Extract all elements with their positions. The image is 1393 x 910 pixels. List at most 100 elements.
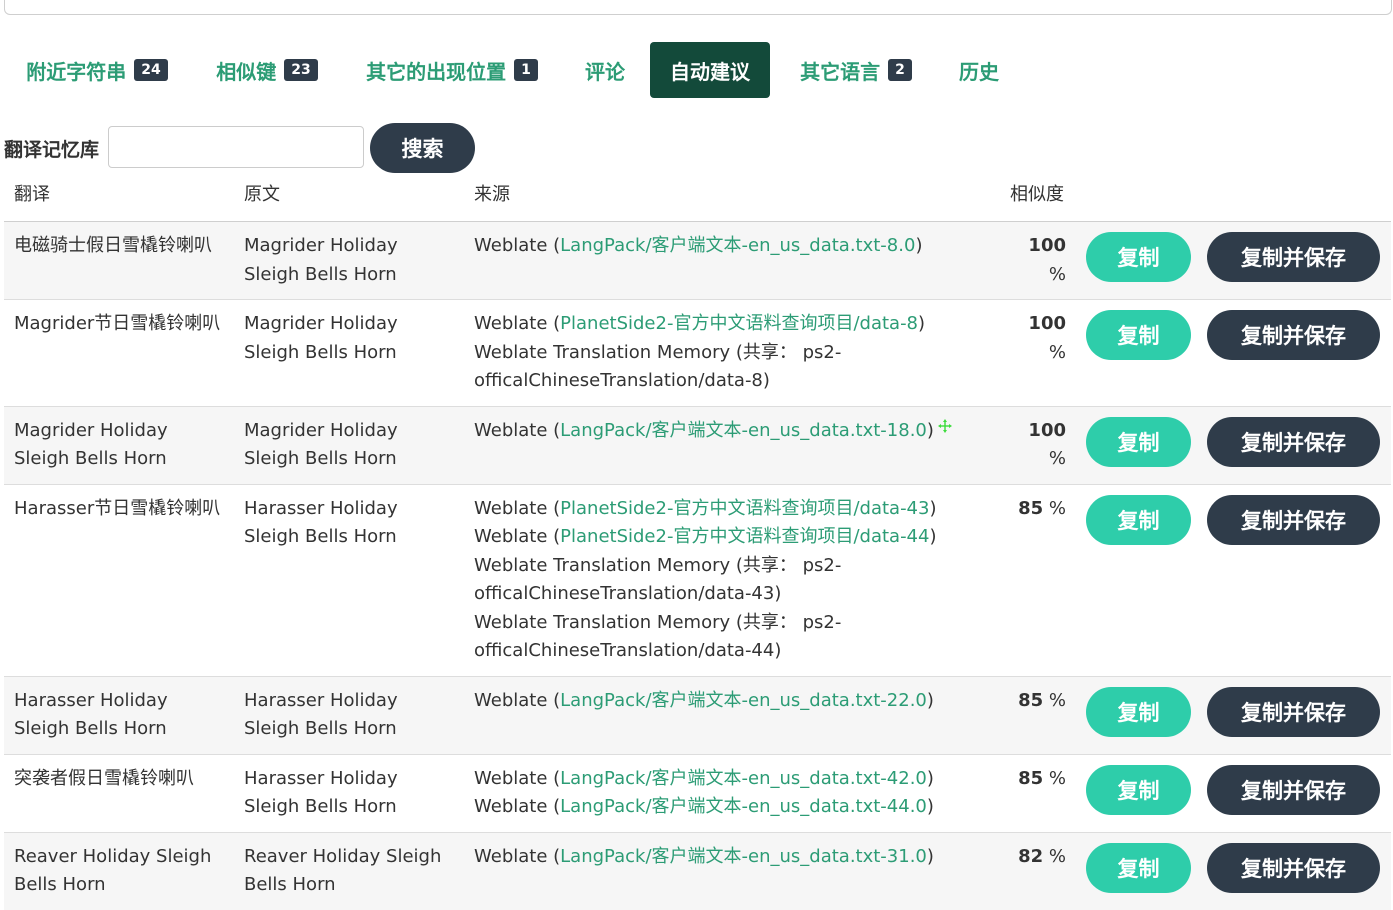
similarity-value: 100 — [1028, 419, 1066, 441]
origin-link[interactable]: LangPack/客户端文本-en_us_data.txt-42.0 — [560, 768, 927, 789]
copy-and-save-button[interactable]: 复制并保存 — [1207, 764, 1380, 815]
cell-actions: 复制 复制并保存 — [1076, 483, 1391, 676]
copy-and-save-button[interactable]: 复制并保存 — [1207, 310, 1380, 360]
cell-source: Harasser Holiday Sleigh Bells Horn — [234, 753, 464, 832]
copy-button[interactable]: 复制 — [1086, 764, 1191, 815]
tab-label: 历史 — [959, 59, 999, 84]
origin-link[interactable]: PlanetSide2-官方中文语料查询项目/data-43 — [560, 498, 929, 519]
count-badge: 23 — [284, 59, 318, 81]
cell-actions: 复制 复制并保存 — [1076, 675, 1391, 754]
cell-translation: Magrider节日雪橇铃喇叭 — [4, 299, 234, 406]
cell-translation: Harasser Holiday Sleigh Bells Horn — [4, 675, 234, 754]
tab-label: 自动建议 — [670, 59, 750, 84]
similarity-unit: % — [1048, 767, 1066, 789]
cell-source: Magrider Holiday Sleigh Bells Horn — [234, 405, 464, 484]
origin-line: Weblate (PlanetSide2-官方中文语料查询项目/data-43) — [474, 495, 992, 524]
cell-origin: Weblate (LangPack/客户端文本-en_us_data.txt-3… — [464, 831, 1002, 910]
origin-suffix: ) — [926, 767, 934, 789]
cell-translation: 电磁骑士假日雪橇铃喇叭 — [4, 221, 234, 300]
origin-prefix: Weblate ( — [474, 845, 561, 867]
origin-suffix: ) — [926, 689, 934, 711]
copy-and-save-button[interactable]: 复制并保存 — [1207, 232, 1380, 282]
cell-origin: Weblate (LangPack/客户端文本-en_us_data.txt-4… — [464, 753, 1002, 832]
cell-source: Magrider Holiday Sleigh Bells Horn — [234, 299, 464, 406]
origin-link[interactable]: LangPack/客户端文本-en_us_data.txt-18.0 — [560, 420, 927, 441]
copy-and-save-button[interactable]: 复制并保存 — [1207, 494, 1380, 545]
column-header-translation: 翻译 — [4, 180, 234, 222]
origin-link[interactable]: LangPack/客户端文本-en_us_data.txt-22.0 — [560, 690, 927, 711]
tab-label: 其它语言 — [800, 59, 881, 84]
origin-line: Weblate (PlanetSide2-官方中文语料查询项目/data-44) — [474, 523, 992, 552]
similarity-value: 82 — [1018, 845, 1044, 867]
tab-other-occurrences[interactable]: 其它的出现位置 1 — [363, 42, 541, 98]
table-row: Harasser Holiday Sleigh Bells Horn Harass… — [4, 675, 1391, 754]
origin-line: Weblate (PlanetSide2-官方中文语料查询项目/data-8) — [474, 310, 992, 339]
origin-suffix: ) — [929, 497, 937, 519]
origin-suffix: ) — [926, 419, 934, 441]
tab-comments[interactable]: 评论 — [583, 42, 627, 98]
cell-similarity: 82 % — [1002, 831, 1076, 910]
cell-source: Harasser Holiday Sleigh Bells Horn — [234, 483, 464, 676]
cell-origin: Weblate (PlanetSide2-官方中文语料查询项目/data-43)… — [464, 483, 1002, 676]
origin-link[interactable]: LangPack/客户端文本-en_us_data.txt-31.0 — [560, 846, 927, 867]
count-badge: 1 — [514, 59, 538, 81]
memory-search-label: 翻译记忆库 — [4, 139, 100, 161]
copy-and-save-button[interactable]: 复制并保存 — [1207, 416, 1380, 467]
tab-other-languages[interactable]: 其它语言 2 — [797, 42, 915, 98]
cell-origin: Weblate (LangPack/客户端文本-en_us_data.txt-2… — [464, 675, 1002, 754]
copy-and-save-button[interactable]: 复制并保存 — [1207, 842, 1380, 893]
origin-line: Weblate Translation Memory (共享： ps2-offi… — [474, 339, 992, 396]
cell-actions: 复制 复制并保存 — [1076, 753, 1391, 832]
tab-label: 评论 — [585, 59, 625, 84]
cell-similarity: 100 % — [1002, 299, 1076, 406]
origin-link[interactable]: LangPack/客户端文本-en_us_data.txt-44.0 — [560, 796, 927, 817]
tab-label: 附近字符串 — [26, 59, 127, 84]
cell-actions: 复制 复制并保存 — [1076, 831, 1391, 910]
origin-suffix: ) — [918, 313, 926, 334]
column-header-source: 原文 — [234, 180, 464, 222]
table-row: Magrider Holiday Sleigh Bells Horn Magrid… — [4, 405, 1391, 484]
copy-button[interactable]: 复制 — [1086, 686, 1191, 737]
suggestions-table: 翻译 原文 来源 相似度 电磁骑士假日雪橇铃喇叭 Magrider Holiday… — [4, 180, 1391, 910]
origin-suffix: ) — [929, 526, 937, 547]
origin-link[interactable]: LangPack/客户端文本-en_us_data.txt-8.0 — [560, 235, 915, 256]
origin-suffix: ) — [915, 235, 923, 256]
origin-link[interactable]: PlanetSide2-官方中文语料查询项目/data-8 — [560, 313, 918, 334]
origin-suffix: ) — [926, 796, 934, 817]
cell-similarity: 85 % — [1002, 483, 1076, 676]
copy-button[interactable]: 复制 — [1086, 842, 1191, 893]
cell-actions: 复制 复制并保存 — [1076, 299, 1391, 406]
similarity-unit: % — [1048, 263, 1066, 285]
count-badge: 2 — [888, 59, 912, 81]
origin-prefix: Weblate ( — [474, 497, 561, 519]
copy-and-save-button[interactable]: 复制并保存 — [1207, 686, 1380, 737]
origin-line: Weblate (LangPack/客户端文本-en_us_data.txt-3… — [474, 843, 992, 872]
origin-link[interactable]: PlanetSide2-官方中文语料查询项目/data-44 — [560, 526, 929, 547]
cell-translation: 突袭者假日雪橇铃喇叭 — [4, 753, 234, 832]
similarity-unit: % — [1048, 845, 1066, 867]
copy-button[interactable]: 复制 — [1086, 494, 1191, 545]
translation-textarea[interactable] — [4, 0, 1392, 15]
tab-similar-keys[interactable]: 相似键 23 — [213, 42, 321, 98]
origin-prefix: Weblate Translation Memory (共享： ps2-offi… — [474, 611, 842, 662]
origin-prefix: Weblate ( — [474, 235, 561, 256]
cell-similarity: 85 % — [1002, 675, 1076, 754]
copy-button[interactable]: 复制 — [1086, 416, 1191, 467]
table-header-row: 翻译 原文 来源 相似度 — [4, 180, 1391, 222]
tab-history[interactable]: 历史 — [957, 42, 1001, 98]
origin-suffix: ) — [926, 845, 934, 867]
origin-prefix: Weblate ( — [474, 419, 561, 441]
tab-nearby-strings[interactable]: 附近字符串 24 — [24, 42, 170, 98]
copy-button[interactable]: 复制 — [1086, 310, 1191, 360]
table-row: Harasser节日雪橇铃喇叭 Harasser Holiday Sleigh B… — [4, 483, 1391, 676]
origin-prefix: Weblate ( — [474, 796, 561, 817]
origin-prefix: Weblate ( — [474, 767, 561, 789]
cell-translation: Magrider Holiday Sleigh Bells Horn — [4, 405, 234, 484]
origin-prefix: Weblate ( — [474, 313, 561, 334]
tab-automatic-suggestions[interactable]: 自动建议 — [650, 42, 770, 98]
tab-label: 相似键 — [216, 59, 277, 84]
search-button[interactable]: 搜索 — [370, 123, 475, 173]
copy-button[interactable]: 复制 — [1086, 232, 1191, 282]
tab-label: 其它的出现位置 — [366, 59, 507, 84]
memory-search-input[interactable] — [108, 126, 364, 168]
